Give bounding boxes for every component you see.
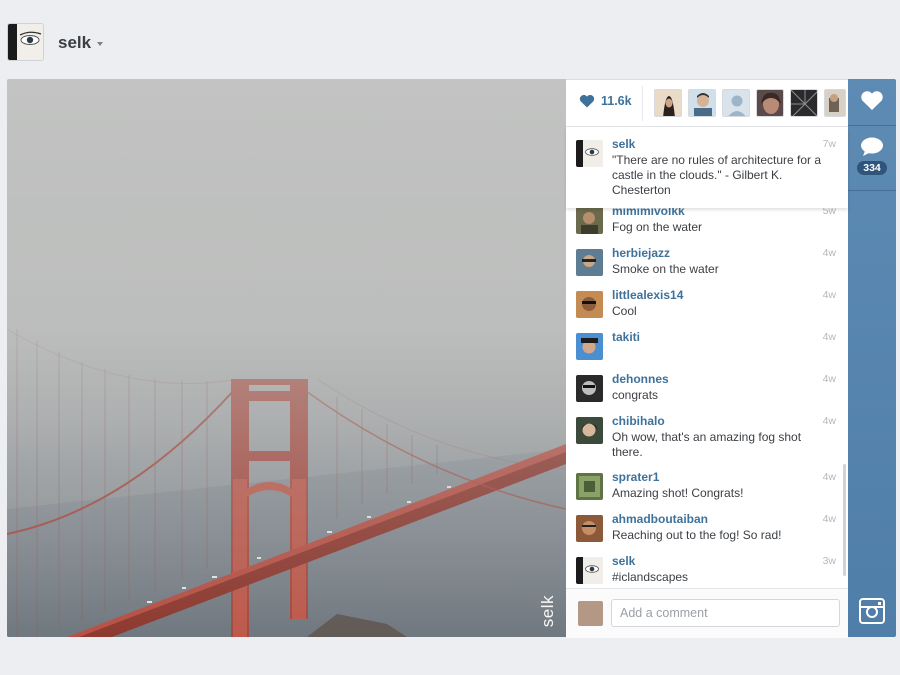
comment-text: Fog on the water [612, 220, 703, 234]
comment-time: 4w [822, 513, 836, 525]
comments-scrollbar[interactable] [843, 464, 846, 576]
comment-avatar[interactable] [576, 333, 603, 360]
comment-text: Cool [612, 304, 637, 318]
comment-username[interactable]: herbiejazz [612, 246, 670, 260]
comment-username[interactable]: ahmadboutaiban [612, 512, 708, 526]
comment-avatar[interactable] [576, 417, 603, 444]
comment-text: Smoke on the water [612, 262, 719, 276]
comment-avatar[interactable] [576, 249, 603, 276]
comment-time: 4w [822, 415, 836, 427]
heart-icon [579, 94, 595, 108]
comment-text: congrats [612, 388, 659, 402]
instagram-button[interactable] [848, 598, 896, 624]
liker-avatar[interactable] [654, 89, 682, 117]
rail-divider [848, 190, 896, 191]
action-rail: 334 [848, 79, 896, 637]
comments-panel: 11.6k selk 7w "There are no rules of arc… [566, 79, 848, 638]
liker-avatar[interactable] [688, 89, 716, 117]
liker-avatar[interactable] [722, 89, 750, 117]
like-count-button[interactable]: 11.6k [579, 94, 632, 108]
instagram-camera-icon [859, 598, 885, 624]
comment-username[interactable]: chibihalo [612, 414, 665, 428]
like-count: 11.6k [601, 94, 632, 108]
liker-avatar[interactable] [790, 89, 818, 117]
comment-count-badge: 334 [857, 161, 887, 175]
comment-text: #iclandscapes [612, 570, 689, 584]
heart-icon [861, 91, 883, 110]
comment-time: 3w [822, 555, 836, 567]
comment-avatar[interactable] [576, 375, 603, 402]
comment-bubble-icon [861, 137, 883, 156]
comment-username[interactable]: takiti [612, 330, 640, 344]
comment-text: Reaching out to the fog! So rad! [612, 528, 782, 542]
comment-avatar[interactable] [576, 473, 603, 500]
comment-list: mimimivolkk 5w Fog on the water herbieja… [566, 200, 848, 588]
user-avatar[interactable] [7, 23, 44, 61]
caption-avatar[interactable] [576, 140, 603, 167]
comment-avatar[interactable] [576, 557, 603, 584]
golden-gate-fog-photo [7, 79, 566, 637]
comments-button[interactable]: 334 [848, 137, 896, 175]
comment-time: 4w [822, 247, 836, 259]
comment-username[interactable]: selk [612, 554, 635, 568]
comment-time: 4w [822, 471, 836, 483]
post-photo[interactable]: selk [7, 79, 566, 637]
caption: selk 7w "There are no rules of architect… [566, 127, 848, 208]
add-comment-input[interactable] [611, 599, 840, 627]
current-user-avatar [578, 601, 603, 626]
likes-bar: 11.6k [566, 80, 848, 127]
photo-watermark: selk [538, 594, 557, 627]
caret-down-icon [97, 42, 104, 46]
like-button[interactable] [848, 90, 896, 111]
comment-username[interactable]: sprater1 [612, 470, 659, 484]
caption-time: 7w [822, 138, 836, 150]
comment-time: 4w [822, 373, 836, 385]
profile-header: selk [0, 0, 900, 80]
comment-avatar[interactable] [576, 515, 603, 542]
comment-text: Oh wow, that's an amazing fog shot there… [612, 430, 802, 459]
comment-text: Amazing shot! Congrats! [612, 486, 744, 500]
username-dropdown[interactable]: selk [58, 33, 104, 53]
caption-username[interactable]: selk [612, 137, 635, 151]
comment-time: 4w [822, 289, 836, 301]
comment-username[interactable]: dehonnes [612, 372, 669, 386]
comment-time: 4w [822, 331, 836, 343]
liker-avatar[interactable] [756, 89, 784, 117]
comment-avatar[interactable] [576, 291, 603, 318]
comment-composer [566, 588, 848, 638]
comment-username[interactable]: littlealexis14 [612, 288, 683, 302]
comment-avatar[interactable] [576, 207, 603, 234]
username: selk [58, 33, 92, 52]
likes-divider [642, 86, 643, 121]
liker-avatar[interactable] [824, 89, 846, 117]
caption-text: "There are no rules of architecture for … [612, 153, 822, 197]
rail-divider [848, 125, 896, 126]
